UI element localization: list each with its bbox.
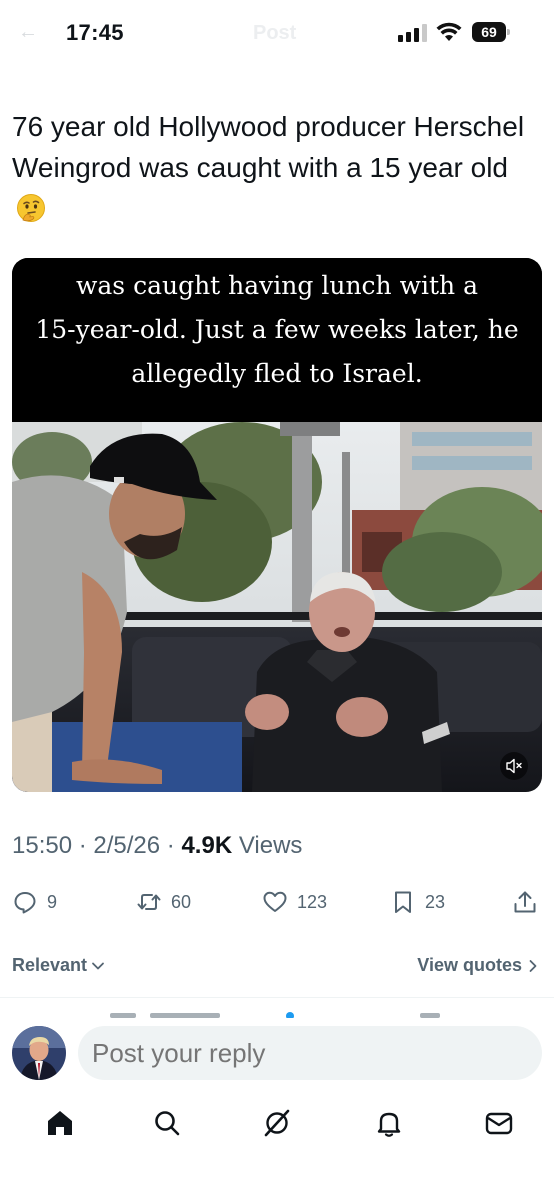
relevant-sort-button[interactable]: Relevant [12, 955, 105, 976]
battery-icon: 69 [472, 22, 510, 42]
home-icon [48, 1111, 72, 1135]
status-bar: ← Post 17:45 69 [0, 0, 554, 64]
home-indicator [200, 1182, 354, 1187]
tab-grok[interactable] [260, 1106, 294, 1140]
post-date: 2/5/26 [93, 832, 161, 859]
bottom-tab-bar [0, 1096, 554, 1152]
avatar[interactable] [12, 1026, 66, 1080]
bookmark-icon [395, 891, 411, 913]
video-frame[interactable] [12, 422, 542, 792]
grok-icon [264, 1109, 290, 1137]
post-body: 76 year old Hollywood producer Herschel … [12, 111, 525, 183]
chevron-right-icon [529, 959, 537, 972]
replies-sort-row: Relevant View quotes [0, 952, 554, 980]
reply-composer [0, 1018, 554, 1090]
thinking-face-emoji [17, 194, 45, 222]
header-title: Post [253, 22, 297, 44]
search-icon [155, 1111, 180, 1136]
reply-icon [14, 892, 36, 914]
bookmark-count: 23 [425, 891, 446, 912]
view-quotes-link[interactable]: View quotes [417, 955, 540, 976]
chevron-down-icon [92, 962, 104, 969]
tab-search[interactable] [150, 1106, 184, 1140]
tab-messages[interactable] [482, 1106, 516, 1140]
post-text: 76 year old Hollywood producer Herschel … [12, 106, 532, 229]
repost-icon [137, 894, 161, 910]
views-label: Views [238, 832, 303, 859]
video-caption-band: was caught having lunch with a 15-year-o… [12, 258, 542, 422]
divider [0, 997, 554, 998]
next-reply-peek [110, 1012, 440, 1018]
share-button[interactable] [512, 886, 538, 918]
share-icon [514, 891, 536, 913]
post-time: 15:50 [12, 832, 73, 859]
tab-home[interactable] [43, 1106, 77, 1140]
notifications-icon [377, 1112, 401, 1137]
repost-count: 60 [171, 891, 192, 912]
like-count: 123 [297, 891, 328, 912]
like-button[interactable]: 123 [262, 886, 327, 918]
video-caption-line: 15-year-old. Just a few weeks later, he [35, 315, 519, 344]
muted-speaker-icon[interactable] [500, 752, 528, 780]
meta-separator: · [72, 832, 94, 859]
view-quotes-label: View quotes [417, 955, 522, 975]
views-count: 4.9K [181, 832, 233, 859]
back-arrow-icon[interactable]: ← [18, 21, 38, 44]
reply-button[interactable]: 9 [12, 886, 57, 918]
reply-input[interactable] [78, 1026, 542, 1080]
meta-separator: · [160, 832, 182, 859]
battery-level: 69 [481, 24, 497, 40]
status-time: 17:45 [66, 20, 124, 45]
tab-notifications[interactable] [372, 1106, 406, 1140]
video-caption-line: was caught having lunch with a [75, 271, 478, 300]
repost-button[interactable]: 60 [136, 886, 191, 918]
reply-count: 9 [47, 891, 58, 912]
video-media[interactable]: was caught having lunch with a 15-year-o… [12, 258, 542, 792]
signal-icon [398, 24, 427, 42]
video-caption-line: allegedly fled to Israel. [131, 359, 423, 388]
messages-icon [485, 1112, 513, 1135]
post-meta: 15:50 · 2/5/26 · 4.9K Views [12, 832, 302, 860]
heart-icon [263, 891, 287, 912]
bookmark-button[interactable]: 23 [390, 886, 445, 918]
video-caption: was caught having lunch with a 15-year-o… [22, 264, 532, 396]
wifi-icon [436, 22, 462, 41]
relevant-label: Relevant [12, 955, 88, 975]
post-actions: 9 60 123 23 [0, 886, 554, 918]
